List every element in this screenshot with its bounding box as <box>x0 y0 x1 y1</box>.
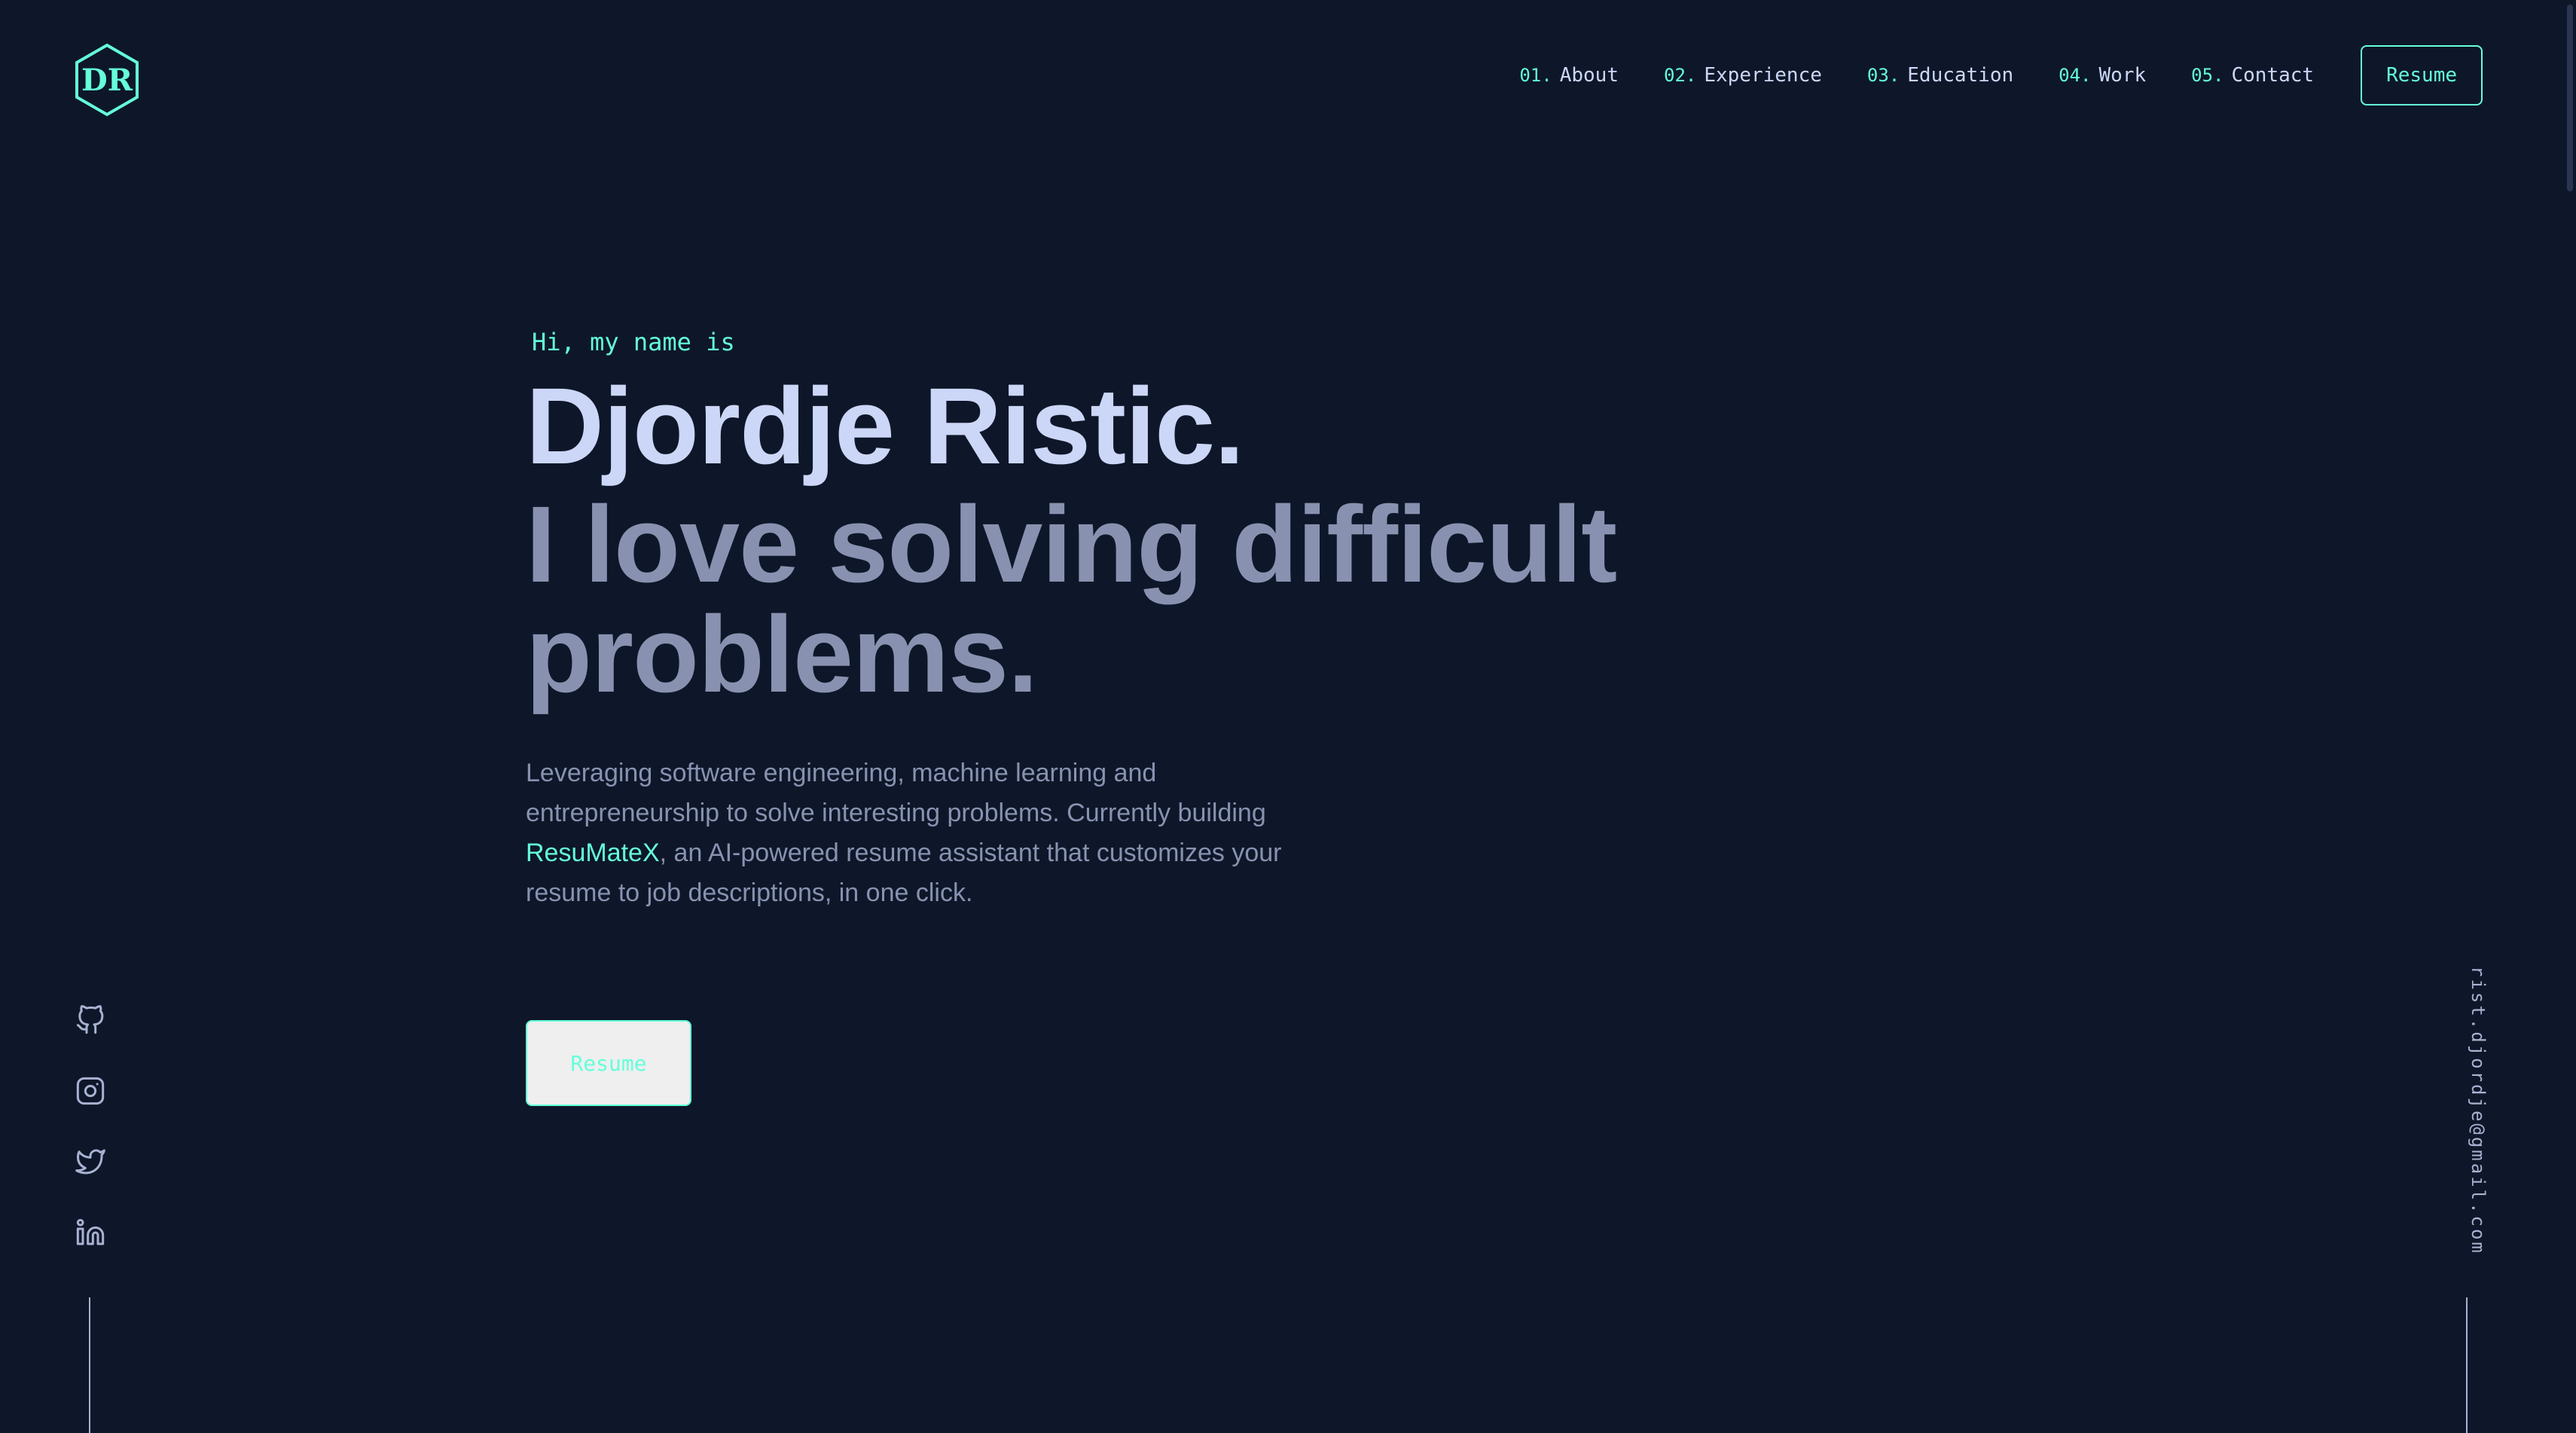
nav-item-contact[interactable]: 05. Contact <box>2191 64 2314 87</box>
hero-description: Leveraging software engineering, machine… <box>526 753 1324 913</box>
hero-description-text: Leveraging software engineering, machine… <box>526 759 1266 827</box>
nav-label: Work <box>2098 64 2147 87</box>
main-nav: 01. About 02. Experience 03. Education 0… <box>1519 45 2483 105</box>
nav-item-experience[interactable]: 02. Experience <box>1664 64 1822 87</box>
resumatex-link[interactable]: ResuMateX <box>526 839 660 867</box>
page: DR 01. About 02. Experience 03. Educatio… <box>0 0 2576 1433</box>
nav-number: 01. <box>1519 65 1552 86</box>
nav-item-work[interactable]: 04. Work <box>2059 64 2146 87</box>
hero-tagline: I love solving difficult problems. <box>526 484 1617 715</box>
nav-number: 04. <box>2059 65 2092 86</box>
nav-number: 05. <box>2191 65 2224 86</box>
nav-label: Contact <box>2231 64 2315 87</box>
nav-label: Education <box>1907 64 2014 87</box>
left-divider-line <box>89 1297 90 1433</box>
social-links <box>72 1002 108 1251</box>
nav-label: Experience <box>1704 64 1822 87</box>
github-icon[interactable] <box>72 1002 108 1038</box>
hero-section: Hi, my name is Djordje Ristic. I love so… <box>526 319 1731 913</box>
scrollbar-thumb[interactable] <box>2567 5 2573 191</box>
nav-item-education[interactable]: 03. Education <box>1867 64 2013 87</box>
hero-name: Djordje Ristic. <box>526 365 1244 487</box>
nav-resume-button[interactable]: Resume <box>2361 45 2483 105</box>
instagram-icon[interactable] <box>72 1073 108 1109</box>
hero-resume-button[interactable]: Resume <box>526 1020 691 1106</box>
hero-greeting: Hi, my name is <box>532 328 735 356</box>
nav-item-about[interactable]: 01. About <box>1519 64 1619 87</box>
nav-number: 02. <box>1664 65 1697 86</box>
nav-number: 03. <box>1866 65 1900 86</box>
twitter-icon[interactable] <box>72 1144 108 1180</box>
linkedin-icon[interactable] <box>72 1215 108 1251</box>
nav-label: About <box>1559 64 1619 87</box>
logo[interactable]: DR <box>72 42 142 118</box>
email-link[interactable]: rist.djordje@gmail.com <box>2468 966 2489 1255</box>
scrollbar[interactable] <box>2564 0 2576 1433</box>
logo-letter: DR <box>81 63 133 98</box>
right-divider-line <box>2466 1297 2468 1433</box>
